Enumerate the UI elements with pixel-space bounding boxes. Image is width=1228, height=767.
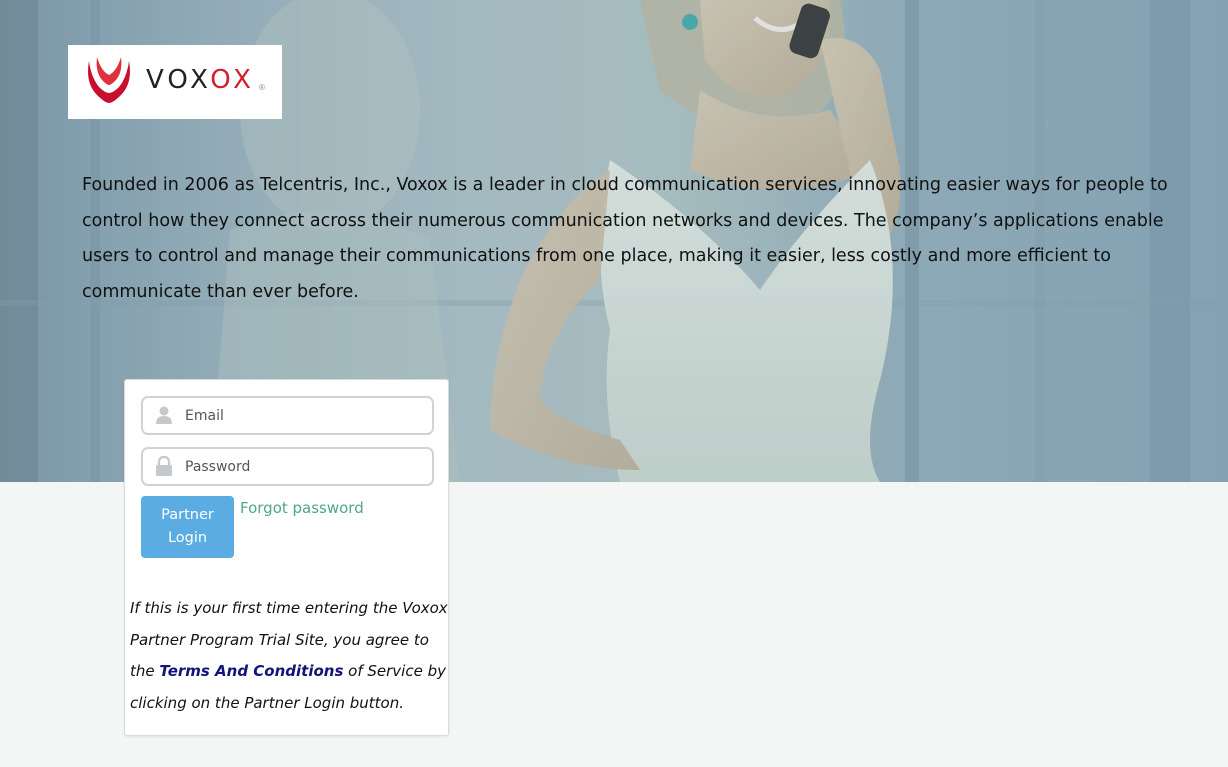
registered-mark: ® — [259, 83, 265, 92]
password-field[interactable] — [141, 447, 434, 486]
company-intro: Founded in 2006 as Telcentris, Inc., Vox… — [82, 175, 1168, 302]
terms-and-conditions-link[interactable]: Terms And Conditions — [159, 662, 343, 680]
terms-notice: If this is your first time entering the … — [130, 593, 448, 720]
forgot-password-link[interactable]: Forgot password — [240, 499, 364, 517]
email-input[interactable] — [185, 398, 420, 433]
password-input[interactable] — [185, 449, 420, 484]
lock-icon — [156, 456, 172, 476]
voxox-logo[interactable]: VOXOX ® — [68, 45, 282, 119]
email-field[interactable] — [141, 396, 434, 435]
logo-wordmark: VOXOX — [146, 65, 255, 95]
login-card: Partner Login Forgot password If this is… — [124, 379, 449, 736]
voxox-logo-icon — [88, 57, 130, 103]
logo-wordmark-part2: OX — [210, 65, 255, 95]
logo-wordmark-part1: VOX — [146, 65, 211, 95]
user-icon — [156, 406, 172, 424]
login-page: VOXOX ® Founded in 2006 as Telcentris, I… — [0, 0, 1228, 767]
partner-login-button[interactable]: Partner Login — [141, 496, 234, 558]
